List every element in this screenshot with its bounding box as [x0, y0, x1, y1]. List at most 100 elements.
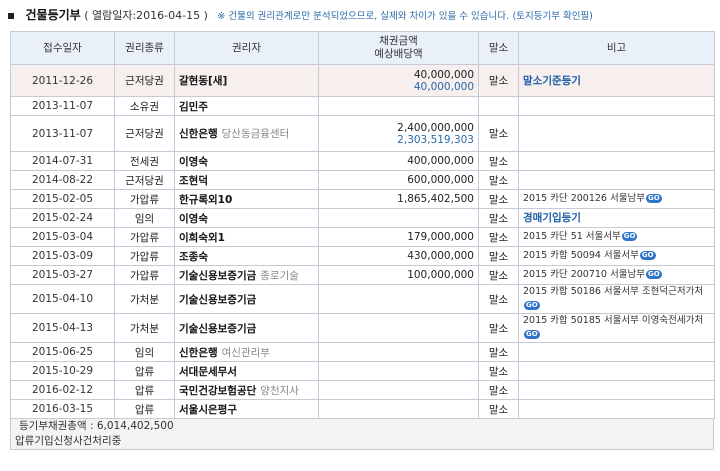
- cell-extinction: [478, 96, 519, 116]
- cell-remarks: [518, 361, 715, 381]
- cell-right-type: 압류: [114, 361, 175, 381]
- remark-text[interactable]: 말소기준등기: [523, 75, 581, 87]
- go-button[interactable]: GO: [645, 270, 662, 279]
- remark-text: 2015 카단 200126 서울남부: [523, 193, 645, 204]
- cell-date: 2015-04-13: [10, 313, 115, 343]
- cell-right-type: 가처분: [114, 284, 175, 314]
- table-row: 2014-08-22 근저당권 조현덕 600,000,000 말소: [10, 170, 715, 190]
- cell-amount: 40,000,000 40,000,000: [318, 64, 479, 97]
- cell-right-type: 가압류: [114, 246, 175, 266]
- cell-remarks: [518, 151, 715, 171]
- cell-remarks: 말소기준등기: [518, 64, 715, 97]
- cell-date: 2013-11-07: [10, 115, 115, 152]
- cell-right-type: 가압류: [114, 227, 175, 247]
- holder-name: 서대문세무서: [179, 365, 237, 378]
- holder-name: 갈현동[새]: [179, 75, 228, 87]
- table-row: 2015-04-13 가처분 기술신용보증기금 말소 2015 카합 50185 서울서…: [10, 313, 715, 343]
- cell-extinction: 말소: [478, 64, 519, 97]
- cell-extinction: 말소: [478, 399, 519, 419]
- cell-amount: 430,000,000: [318, 246, 479, 266]
- cell-extinction: 말소: [478, 361, 519, 381]
- holder-branch: 여신관리부: [221, 346, 270, 359]
- cell-date: 2016-03-15: [10, 399, 115, 419]
- cell-right-type: 가압류: [114, 189, 175, 209]
- cell-right-type: 근저당권: [114, 115, 175, 152]
- cell-right-type: 근저당권: [114, 170, 175, 190]
- cell-holder: 이영숙: [174, 151, 319, 171]
- remark-text: 2015 카단 200710 서울남부: [523, 269, 645, 280]
- holder-name: 국민건강보험공단: [179, 384, 257, 397]
- cell-right-type: 가압류: [114, 265, 175, 285]
- cell-date: 2013-11-07: [10, 96, 115, 116]
- table-row: 2013-11-07 근저당권 신한은행 당산동금융센터 2,400,000,000 2,…: [10, 115, 715, 152]
- cell-amount: 600,000,000: [318, 170, 479, 190]
- holder-name: 신한은행: [179, 346, 218, 359]
- go-button[interactable]: GO: [524, 301, 540, 310]
- cell-amount: [318, 380, 479, 400]
- holder-name: 이희숙외1: [179, 231, 225, 244]
- cell-remarks: 경매기입등기: [518, 208, 715, 228]
- remark-text: 2015 카합 50094 서울서부: [523, 250, 639, 261]
- cell-right-type: 임의: [114, 342, 175, 362]
- cell-holder: 기술신용보증기금: [174, 313, 319, 343]
- cell-extinction: 말소: [478, 151, 519, 171]
- cell-right-type: 소유권: [114, 96, 175, 116]
- cell-date: 2014-08-22: [10, 170, 115, 190]
- go-button[interactable]: GO: [524, 330, 540, 339]
- claim-amount: 100,000,000: [407, 269, 474, 281]
- building-register-table: 접수일자 권리종류 권리자 채권금액 예상배당액 말소 비고 2011-12-2…: [10, 31, 715, 419]
- cell-extinction: 말소: [478, 227, 519, 247]
- cell-amount: 400,000,000: [318, 151, 479, 171]
- remark-text[interactable]: 경매기입등기: [523, 212, 581, 224]
- holder-branch: 당산동금융센터: [221, 128, 290, 140]
- cell-date: 2015-03-04: [10, 227, 115, 247]
- disclaimer-note: ※ 건물의 권리관계로만 분석되었으므로, 실제와 차이가 있을 수 있습니다.: [217, 11, 510, 22]
- go-button[interactable]: GO: [639, 251, 656, 260]
- cell-remarks: [518, 96, 715, 116]
- holder-name: 김민주: [179, 100, 208, 113]
- cell-right-type: 가처분: [114, 313, 175, 343]
- cell-extinction: 말소: [478, 265, 519, 285]
- cell-date: 2015-10-29: [10, 361, 115, 381]
- cell-holder: 조현덕: [174, 170, 319, 190]
- table-row: 2014-07-31 전세권 이영숙 400,000,000 말소: [10, 151, 715, 171]
- cell-extinction: 말소: [478, 246, 519, 266]
- cell-remarks: [518, 380, 715, 400]
- holder-branch: 양천지사: [260, 384, 299, 397]
- cell-right-type: 임의: [114, 208, 175, 228]
- go-button[interactable]: GO: [621, 232, 638, 241]
- holder-name: 신한은행: [179, 128, 218, 140]
- col-header-date: 접수일자: [10, 31, 115, 65]
- section-header: 건물등기부 ( 열람일자:2016-04-15 ) ※ 건물의 권리관계로만 분…: [2, 6, 718, 26]
- cell-extinction: 말소: [478, 115, 519, 152]
- claim-amount: 2,400,000,000: [397, 121, 474, 134]
- cell-remarks: 2015 카합 50185 서울서부 이영숙전세가처 GO: [518, 313, 715, 343]
- cell-remarks: [518, 342, 715, 362]
- cell-remarks: 2015 카합 50094 서울서부 GO: [518, 246, 715, 266]
- claim-amount: 600,000,000: [407, 174, 474, 186]
- cell-remarks: 2015 카합 50186 서울서부 조현덕근저가처 GO: [518, 284, 715, 314]
- cell-date: 2014-07-31: [10, 151, 115, 171]
- processing-status: 압류기입신청사건처리중: [15, 435, 122, 447]
- go-button[interactable]: GO: [645, 194, 662, 203]
- holder-name: 한규록외10: [179, 193, 233, 206]
- holder-name: 기술신용보증기금: [179, 269, 257, 282]
- cell-date: 2015-03-27: [10, 265, 115, 285]
- col-header-extinction: 말소: [478, 31, 519, 65]
- cell-extinction: 말소: [478, 313, 519, 343]
- cell-amount: 1,865,402,500: [318, 189, 479, 209]
- cell-holder: 이희숙외1: [174, 227, 319, 247]
- land-register-link[interactable]: (토지등기부 확인필): [513, 11, 593, 22]
- expected-dividend: 2,303,519,303: [397, 133, 474, 146]
- cell-holder: 조종숙: [174, 246, 319, 266]
- col-header-amount: 채권금액 예상배당액: [318, 31, 479, 65]
- cell-holder: 국민건강보험공단 양천지사: [174, 380, 319, 400]
- cell-extinction: 말소: [478, 284, 519, 314]
- table-row: 2015-03-09 가압류 조종숙 430,000,000 말소 2015 카합 500…: [10, 246, 715, 266]
- claim-amount: 400,000,000: [407, 155, 474, 167]
- cell-date: 2015-03-09: [10, 246, 115, 266]
- table-footer: 등기부채권총액 : 6,014,402,500 압류기입신청사건처리중: [10, 419, 714, 450]
- cell-extinction: 말소: [478, 380, 519, 400]
- col-header-holder: 권리자: [174, 31, 319, 65]
- holder-name: 조종숙: [179, 250, 208, 263]
